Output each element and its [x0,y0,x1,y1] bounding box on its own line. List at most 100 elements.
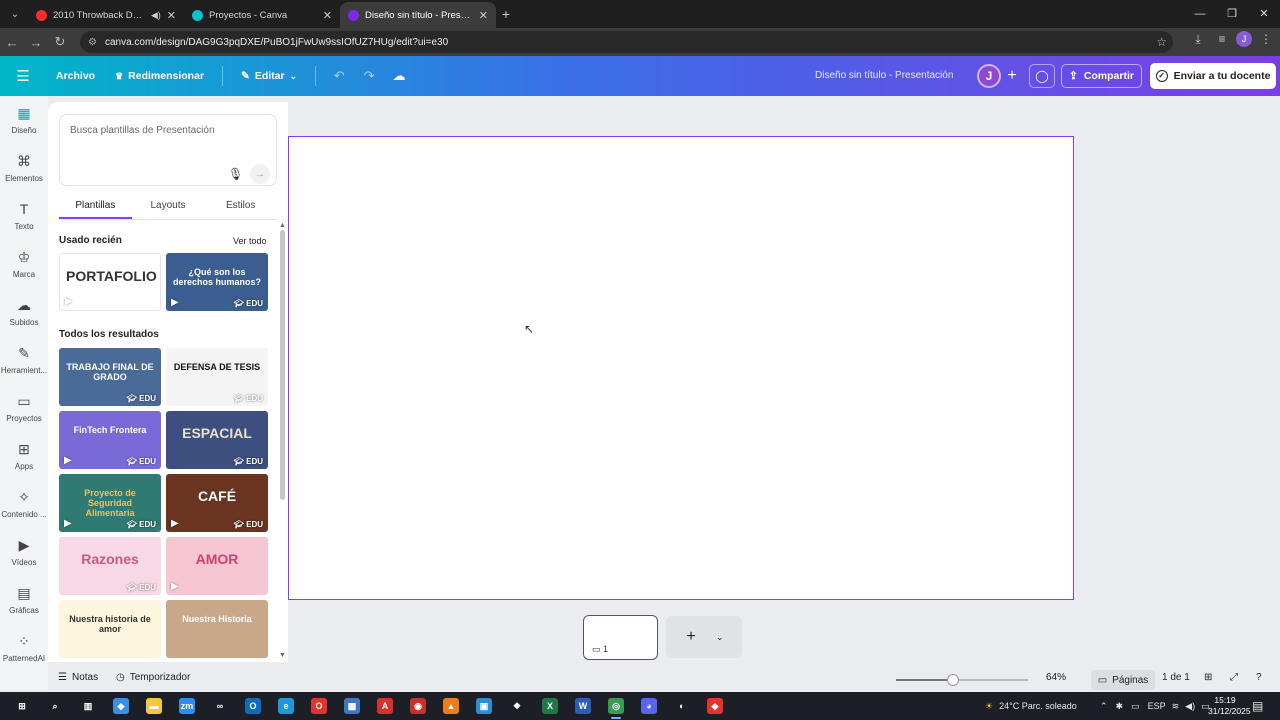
template-thumbnail[interactable]: ESPACIAL 🎓︎ EDU [166,411,268,469]
photos-icon[interactable]: ▣ [476,698,492,714]
wifi-icon[interactable]: ≋ [1172,701,1180,712]
browser-tab-youtube[interactable]: 2010 Throwback DJ Set (Ri ◀) ✕ [28,2,184,28]
outlook-icon[interactable]: O [245,698,261,714]
tab-plantillas[interactable]: Plantillas [59,198,132,219]
zoom-slider-knob[interactable] [947,674,960,686]
taskview-icon[interactable]: ▥ [80,698,96,714]
back-icon[interactable]: ← [0,35,24,50]
show-hidden-icons-icon[interactable]: ⌃ [1100,701,1108,712]
scroll-up-icon[interactable]: ▲ [279,222,286,229]
template-thumbnail[interactable]: TRABAJO FINAL DE GRADO 🎓︎ EDU [59,348,161,406]
github-icon[interactable]: ◐ [674,698,690,714]
send-to-teacher-button[interactable]: ✓ Enviar a tu docente [1150,63,1276,89]
bookmark-star-icon[interactable]: ☆ [1156,35,1167,49]
undo-icon[interactable]: ↶ [324,68,354,84]
word-icon[interactable]: W [575,698,591,714]
page-thumbnail[interactable]: ▭ 1 [583,615,658,660]
play-preview-icon[interactable]: ▶ [171,581,179,592]
template-thumbnail[interactable]: Nuestra historia de amor [59,600,161,658]
language-indicator[interactable]: ESP [1148,701,1166,711]
file-menu-button[interactable]: Archivo [46,62,105,90]
bluetooth-icon[interactable]: ✱ [1116,701,1124,712]
infinity-icon[interactable]: ∞ [212,698,228,714]
help-icon[interactable]: ? [1256,672,1262,683]
speaker-icon[interactable]: ◀) [151,10,161,21]
rail-item-5[interactable]: ✎ Herramient... [0,344,48,375]
rail-item-10[interactable]: ▤ Gráficas [0,584,48,615]
rail-item-8[interactable]: ✧ Contenido ... [0,488,48,519]
network-icon[interactable]: ▭ [1131,701,1140,712]
notifications-icon[interactable]: ▤ [1252,692,1263,720]
site-info-icon[interactable]: ⚙ [88,37,97,48]
zoom-icon[interactable]: zm [179,698,195,714]
grid-view-icon[interactable]: ⊞ [1204,672,1212,683]
play-preview-icon[interactable]: ▶ [171,297,179,308]
see-all-link[interactable]: Ver todo [233,236,267,246]
document-title[interactable]: Diseño sin título - Presentación [815,70,953,81]
rail-item-4[interactable]: ☁ Subidos [0,296,48,327]
cloud-save-icon[interactable]: ☁ [384,68,414,84]
redo-icon[interactable]: ↷ [354,68,384,84]
close-tab-icon[interactable]: ✕ [323,9,332,22]
edge-icon[interactable]: e [278,698,294,714]
discord-icon[interactable]: ◕ [641,698,657,714]
excel-icon[interactable]: X [542,698,558,714]
template-thumbnail[interactable]: ¿Qué son los derechos humanos? ▶ 🎓︎ EDU [166,253,268,311]
app-red2-icon[interactable]: ◆ [707,698,723,714]
template-thumbnail[interactable]: Proyecto de Seguridad Alimentaria ▶ 🎓︎ EDU [59,474,161,532]
tab-estilos[interactable]: Estilos [204,198,277,219]
pages-button[interactable]: ▭ Páginas [1091,670,1155,690]
url-field[interactable]: ⚙ canva.com/design/DAG9G3pqDXE/PuBO1jFwU… [80,31,1173,53]
browser-menu-icon[interactable]: ⋮ [1256,32,1276,46]
minimize-icon[interactable]: — [1184,0,1216,28]
close-tab-icon[interactable]: ✕ [167,9,176,22]
chevron-down-icon[interactable]: ⌄ [716,632,724,643]
rail-item-2[interactable]: T Texto [0,200,48,231]
template-search-input[interactable] [70,125,260,136]
profile-avatar[interactable]: J [1236,31,1252,47]
reload-icon[interactable]: ↻ [48,34,72,50]
search-submit-icon[interactable]: → [250,164,270,184]
zoom-level[interactable]: 64% [1046,672,1066,683]
resize-button[interactable]: ♛ Redimensionar [105,62,214,90]
close-window-icon[interactable]: ✕ [1248,0,1280,28]
template-thumbnail[interactable]: PORTAFOLIO ▶ [59,253,161,311]
hamburger-menu-icon[interactable]: ☰ [0,67,46,85]
pdf-icon[interactable]: A [377,698,393,714]
browser-tab-design[interactable]: Diseño sin título - Presentación ✕ [340,2,496,28]
new-tab-icon[interactable]: + [496,6,516,22]
calculator-icon[interactable]: ▦ [344,698,360,714]
template-thumbnail[interactable]: Razones 🎓︎ EDU [59,537,161,595]
play-preview-icon[interactable]: ▶ [64,518,72,529]
microphone-icon[interactable]: 🎙︎ [228,167,243,181]
notes-button[interactable]: ☰ Notas [58,672,98,683]
download-icon[interactable]: ⤓ [1188,32,1208,47]
chrome-icon[interactable]: ◎ [608,698,624,714]
tab-layouts[interactable]: Layouts [132,198,205,219]
opera-icon[interactable]: O [311,698,327,714]
app-red-icon[interactable]: ◉ [410,698,426,714]
browser-tab-projects[interactable]: Proyectos - Canva ✕ [184,2,340,28]
edit-mode-button[interactable]: ✎ Editar ⌄ [231,62,307,90]
vlc-icon[interactable]: ▲ [443,698,459,714]
template-thumbnail[interactable]: CAFÉ ▶ 🎓︎ EDU [166,474,268,532]
panel-scrollbar[interactable] [280,230,285,500]
timer-button[interactable]: ◷ Temporizador [116,672,190,683]
forward-icon[interactable]: → [24,35,48,50]
system-clock[interactable]: 15:19 31/12/2025 [1208,695,1251,717]
play-preview-icon[interactable]: ▶ [171,518,179,529]
zoom-slider[interactable] [896,674,1028,686]
windows-icon[interactable]: ⊞ [14,698,30,714]
play-preview-icon[interactable]: ▶ [64,455,72,466]
dropbox-icon[interactable]: ❖ [509,698,525,714]
rail-item-11[interactable]: ⁘ PatternedAI [0,632,48,663]
search-icon[interactable]: ⌕ [47,698,63,714]
user-avatar[interactable]: J [977,64,1001,88]
slide-canvas[interactable] [288,136,1074,600]
template-thumbnail[interactable]: Nuestra Historia [166,600,268,658]
rail-item-3[interactable]: ♔ Marca [0,248,48,279]
rail-item-1[interactable]: ⌘ Elementos [0,152,48,183]
weather-widget[interactable]: ☀ 24°C Parc. soleado [985,692,1077,720]
explorer-icon[interactable]: ▬ [146,698,162,714]
add-collaborator-icon[interactable]: + [1002,66,1022,86]
